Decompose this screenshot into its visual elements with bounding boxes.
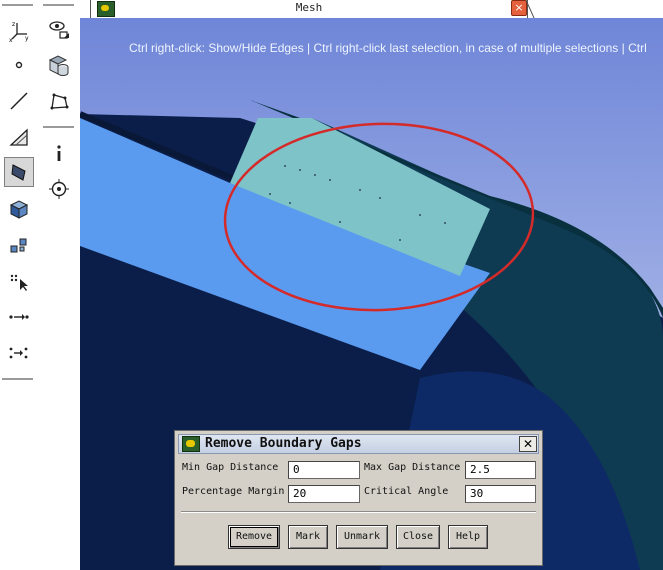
min-gap-input[interactable]: 0 <box>288 461 360 479</box>
critical-angle-input[interactable]: 30 <box>465 485 536 503</box>
help-button[interactable]: Help <box>448 525 488 549</box>
max-gap-input[interactable]: 2.5 <box>465 461 536 479</box>
pick-icon[interactable] <box>4 266 34 296</box>
angle-icon[interactable] <box>4 122 34 152</box>
tab-strip: Mesh × <box>80 0 663 18</box>
merge-icon[interactable] <box>4 338 34 368</box>
toolbar-grip[interactable] <box>43 126 74 129</box>
divider <box>181 511 536 513</box>
left-toolbar: z y x <box>0 0 80 570</box>
close-dialog-button[interactable]: Close <box>396 525 440 549</box>
cylinder-icon[interactable] <box>44 50 74 80</box>
mark-button[interactable]: Mark <box>288 525 328 549</box>
tab-edge <box>526 0 535 18</box>
cube-icon[interactable] <box>4 194 34 224</box>
hint-text: Ctrl right-click: Show/Hide Edges | Ctrl… <box>129 41 647 55</box>
polyline-icon[interactable] <box>44 86 74 116</box>
point-icon[interactable] <box>4 50 34 80</box>
toolbar-grip[interactable] <box>2 4 33 7</box>
face-select-icon[interactable] <box>4 157 34 187</box>
line-icon[interactable] <box>4 86 34 116</box>
svg-text:z: z <box>12 21 15 28</box>
critical-angle-label: Critical Angle <box>364 486 449 497</box>
app-icon <box>182 436 200 452</box>
unmark-button[interactable]: Unmark <box>336 525 388 549</box>
dialog-title: Remove Boundary Gaps <box>205 436 362 451</box>
target-icon[interactable] <box>44 174 74 204</box>
info-icon[interactable] <box>44 138 74 168</box>
view-icon[interactable] <box>44 14 74 44</box>
arrow-flow-icon[interactable] <box>4 302 34 332</box>
dialog-titlebar[interactable]: Remove Boundary Gaps ✕ <box>178 434 539 454</box>
toolbar-grip[interactable] <box>43 4 74 7</box>
toolbar-grip[interactable] <box>2 378 33 381</box>
close-icon[interactable]: × <box>511 0 527 16</box>
tab-mesh[interactable]: Mesh × <box>90 0 528 18</box>
remove-button[interactable]: Remove <box>228 525 280 549</box>
percentage-margin-label: Percentage Margin <box>182 486 285 497</box>
percentage-margin-input[interactable]: 20 <box>288 485 360 503</box>
svg-text:x: x <box>9 37 13 42</box>
close-button[interactable]: ✕ <box>519 436 537 452</box>
remove-boundary-gaps-dialog: Remove Boundary Gaps ✕ Min Gap Distance … <box>174 430 543 566</box>
multi-select-icon[interactable] <box>4 230 34 260</box>
min-gap-label: Min Gap Distance <box>182 462 279 473</box>
svg-text:y: y <box>25 35 29 42</box>
max-gap-label: Max Gap Distance <box>364 462 461 473</box>
axes-icon[interactable]: z y x <box>4 16 34 46</box>
tab-title: Mesh <box>295 1 323 14</box>
